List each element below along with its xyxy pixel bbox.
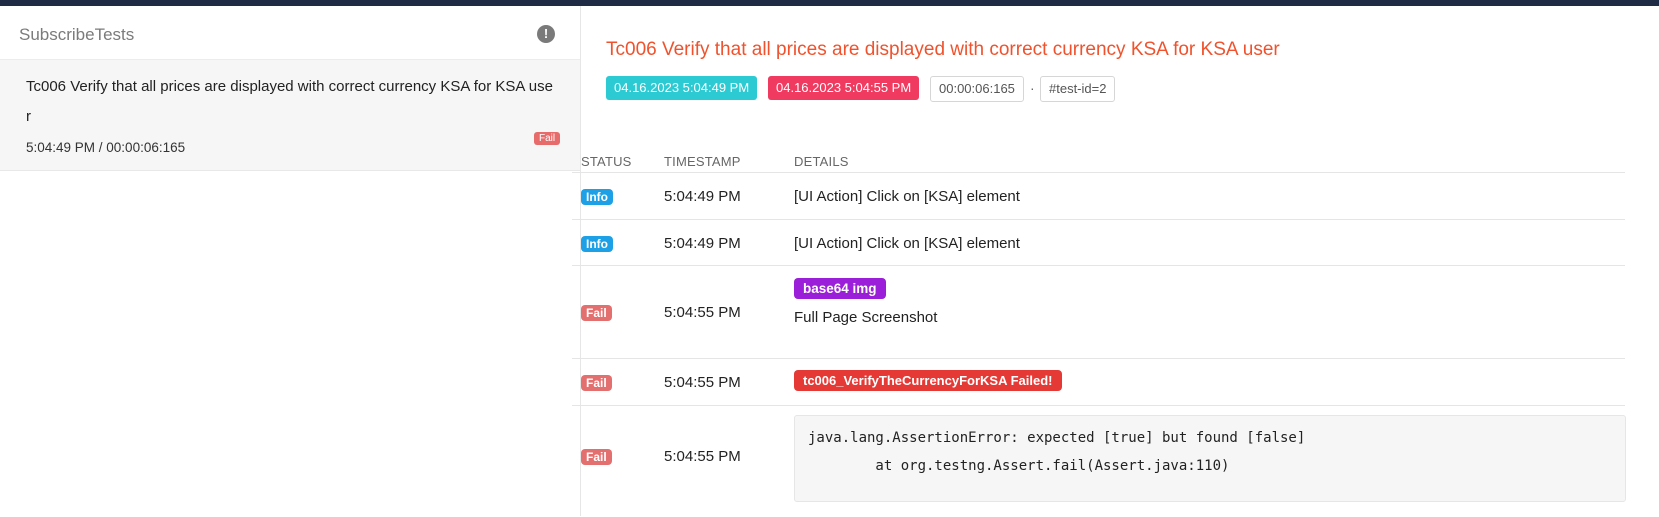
status-badge: Fail bbox=[581, 375, 612, 391]
test-item-status-badge: Fail bbox=[534, 132, 561, 145]
base64-image-link[interactable]: base64 img bbox=[794, 278, 886, 299]
test-item-time: 5:04:49 PM / 00:00:06:165 bbox=[26, 140, 186, 155]
test-id-badge: #test-id=2 bbox=[1040, 76, 1116, 102]
status-badge: Fail bbox=[581, 305, 612, 321]
test-detail-pane: Tc006 Verify that all prices are display… bbox=[572, 6, 1659, 516]
end-time-badge: 04.16.2023 5:04:55 PM bbox=[768, 76, 920, 100]
failure-label: tc006_VerifyTheCurrencyForKSA Failed! bbox=[794, 370, 1062, 391]
stack-trace-line: at org.testng.Assert.fail(Assert.java:11… bbox=[808, 458, 1230, 474]
log-row: Fail 5:04:55 PM java.lang.AssertionError… bbox=[572, 405, 1626, 517]
duration-badge: 00:00:06:165 bbox=[930, 76, 1024, 102]
separator-dot: · bbox=[1030, 80, 1035, 96]
status-badge: Fail bbox=[581, 449, 612, 465]
test-list-header: SubscribeTests ! bbox=[0, 6, 580, 60]
test-item-name: Tc006 Verify that all prices are display… bbox=[26, 78, 553, 125]
log-timestamp: 5:04:55 PM bbox=[664, 304, 741, 321]
log-timestamp: 5:04:49 PM bbox=[664, 235, 741, 252]
log-timestamp: 5:04:55 PM bbox=[664, 374, 741, 391]
log-row: Info 5:04:49 PM [UI Action] Click on [KS… bbox=[572, 172, 1625, 220]
log-row: Fail 5:04:55 PM base64 img Full Page Scr… bbox=[572, 265, 1625, 359]
test-detail-title: Tc006 Verify that all prices are display… bbox=[606, 39, 1280, 60]
test-list-pane: SubscribeTests ! Tc006 Verify that all p… bbox=[0, 6, 581, 516]
log-details: Full Page Screenshot bbox=[794, 309, 938, 326]
stack-trace-block[interactable]: java.lang.AssertionError: expected [true… bbox=[794, 415, 1626, 502]
stack-trace-line: java.lang.AssertionError: expected [true… bbox=[808, 430, 1306, 446]
test-list-item[interactable]: Tc006 Verify that all prices are display… bbox=[0, 60, 580, 171]
column-header-details: DETAILS bbox=[794, 154, 849, 169]
status-badge: Info bbox=[581, 236, 613, 252]
log-row: Fail 5:04:55 PM tc006_VerifyTheCurrencyF… bbox=[572, 358, 1625, 406]
log-details: [UI Action] Click on [KSA] element bbox=[794, 188, 1020, 205]
status-badge: Info bbox=[581, 189, 613, 205]
log-row: Info 5:04:49 PM [UI Action] Click on [KS… bbox=[572, 219, 1625, 266]
exclamation-circle-icon[interactable]: ! bbox=[537, 25, 555, 43]
column-header-timestamp: TIMESTAMP bbox=[664, 154, 741, 169]
column-header-status: STATUS bbox=[581, 154, 632, 169]
suite-title: SubscribeTests bbox=[19, 25, 135, 44]
log-details: [UI Action] Click on [KSA] element bbox=[794, 235, 1020, 252]
log-timestamp: 5:04:55 PM bbox=[664, 448, 741, 465]
start-time-badge: 04.16.2023 5:04:49 PM bbox=[606, 76, 758, 100]
log-timestamp: 5:04:49 PM bbox=[664, 188, 741, 205]
